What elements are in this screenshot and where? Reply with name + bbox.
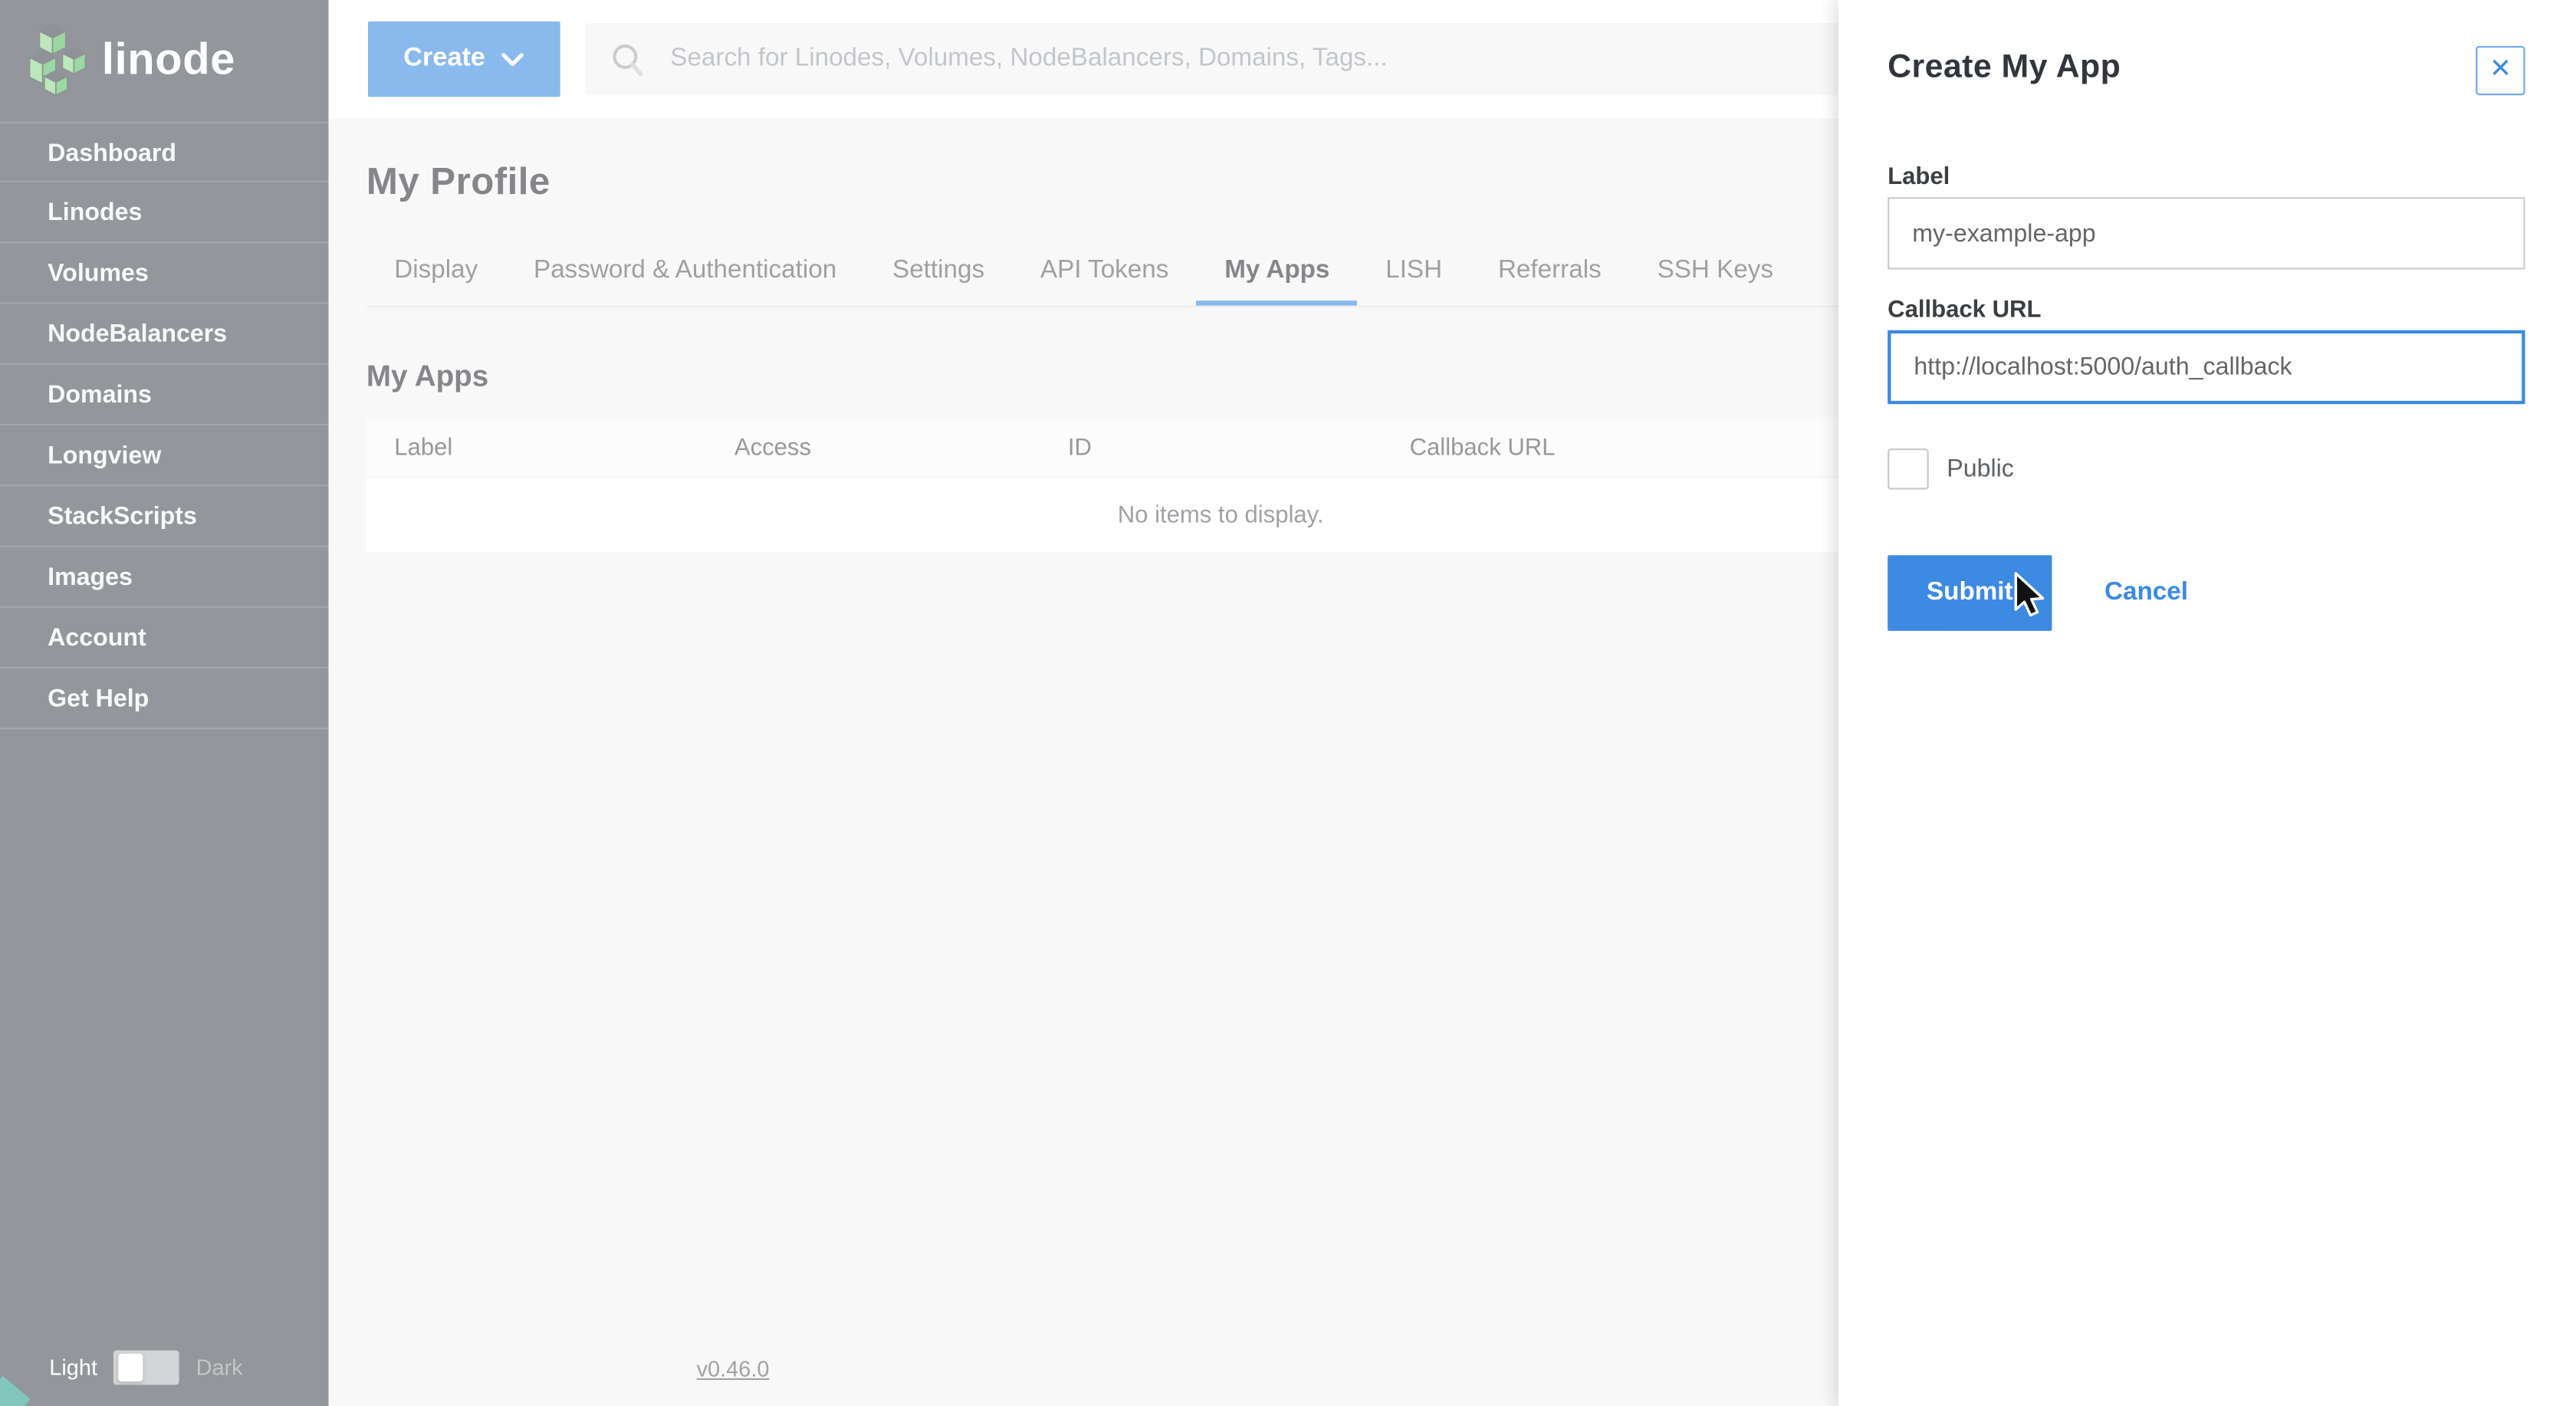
callback-url-input[interactable]: [1888, 330, 2525, 405]
public-checkbox-label: Public: [1947, 455, 2014, 483]
cancel-button[interactable]: Cancel: [2104, 578, 2188, 608]
label-field-label: Label: [1888, 164, 1950, 191]
drawer-backdrop[interactable]: [0, 0, 1838, 1406]
label-input[interactable]: [1888, 197, 2525, 270]
app-window: linode Dashboard Linodes Volumes NodeBal…: [0, 0, 2576, 1406]
callback-url-field-label: Callback URL: [1888, 297, 2042, 324]
public-checkbox-row: Public: [1888, 448, 2525, 490]
drawer-actions: Submit Cancel: [1888, 555, 2525, 631]
drawer-title: Create My App: [1888, 49, 2121, 86]
submit-button[interactable]: Submit: [1888, 555, 2052, 631]
public-checkbox[interactable]: [1888, 448, 1929, 490]
close-icon: ✕: [2489, 55, 2512, 84]
drawer-header: Create My App ✕: [1888, 46, 2525, 96]
close-button[interactable]: ✕: [2476, 46, 2525, 96]
create-my-app-drawer: Create My App ✕ Label Callback URL Publi…: [1838, 0, 2576, 1406]
